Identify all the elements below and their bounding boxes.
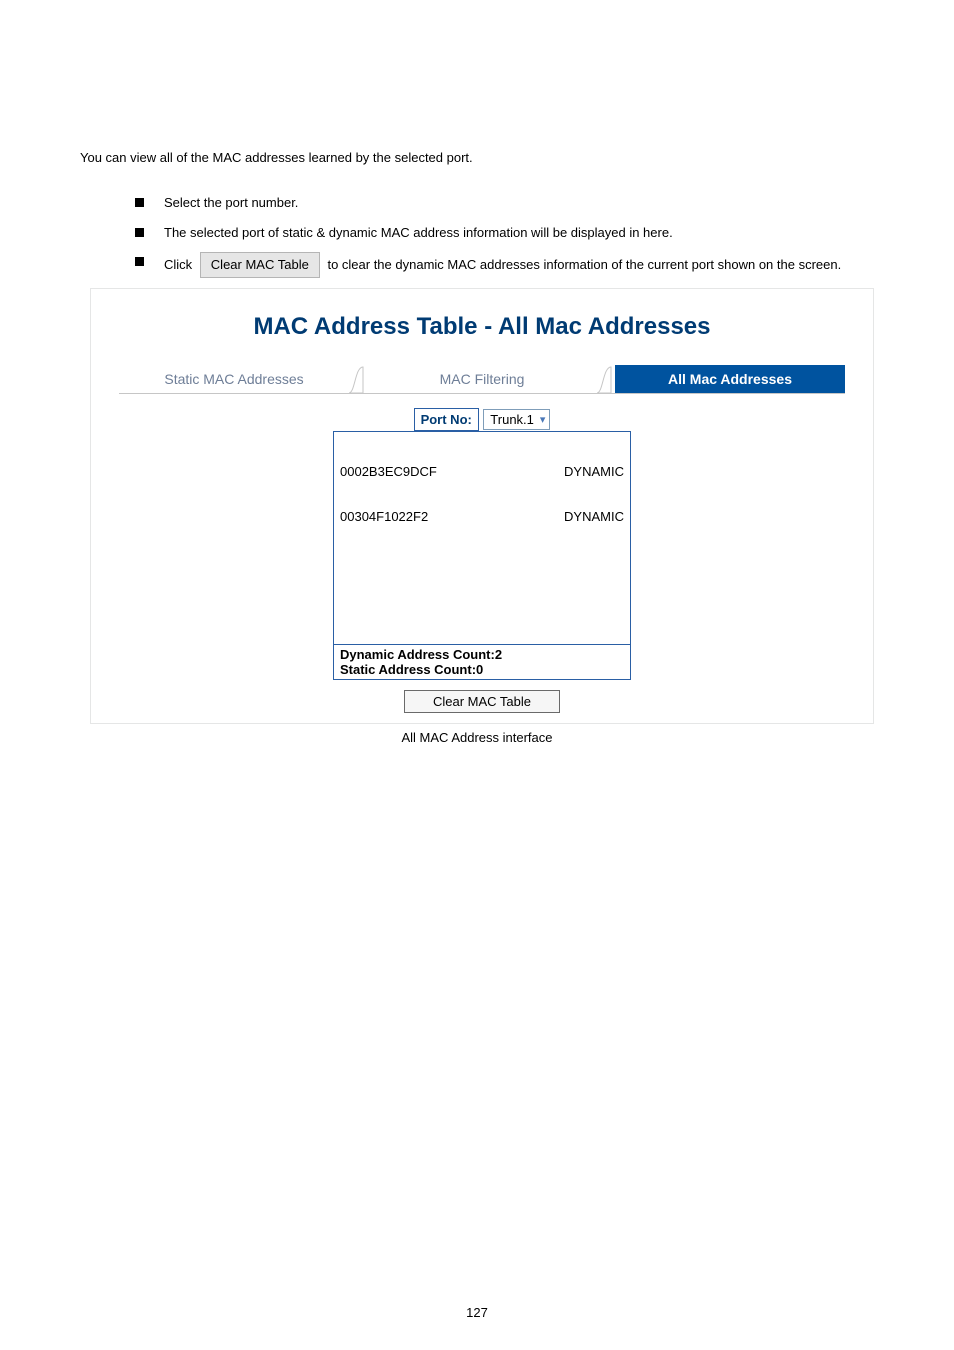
static-count-row: Static Address Count:0 <box>340 662 624 677</box>
type-cell: DYNAMIC <box>564 464 624 479</box>
intro-text: You can view all of the MAC addresses le… <box>80 150 874 165</box>
table-row: 00304F1022F2 DYNAMIC <box>340 509 624 524</box>
tab-bar: Static MAC Addresses MAC Filtering All M… <box>91 365 873 394</box>
type-cell: DYNAMIC <box>564 509 624 524</box>
page-number: 127 <box>0 1305 954 1320</box>
dynamic-count-row: Dynamic Address Count:2 <box>340 647 624 662</box>
dynamic-count-label: Dynamic Address Count: <box>340 647 495 662</box>
static-count-label: Static Address Count: <box>340 662 476 677</box>
clear-mac-table-button[interactable]: Clear MAC Table <box>404 690 560 713</box>
table-row: 0002B3EC9DCF DYNAMIC <box>340 464 624 479</box>
bullet-3-suffix: to clear the dynamic MAC addresses infor… <box>327 257 841 272</box>
bullet-icon <box>135 257 144 266</box>
clear-mac-table-inline-button: Clear MAC Table <box>200 252 320 278</box>
dynamic-count-value: 2 <box>495 647 502 662</box>
port-no-value: Trunk.1 <box>490 412 534 427</box>
port-selector-row: Port No: Trunk.1 ▾ <box>91 408 873 431</box>
mac-list[interactable]: 0002B3EC9DCF DYNAMIC 00304F1022F2 DYNAMI… <box>334 432 630 644</box>
bullet-1: Select the port number. <box>164 193 874 213</box>
bullet-icon <box>135 228 144 237</box>
mac-cell: 0002B3EC9DCF <box>340 464 437 479</box>
tab-divider-icon <box>349 365 367 394</box>
static-count-value: 0 <box>476 662 483 677</box>
figure-caption: All MAC Address interface <box>80 730 874 745</box>
bullet-3-prefix: Click <box>164 257 192 272</box>
port-no-select[interactable]: Trunk.1 ▾ <box>483 409 550 430</box>
bullet-3: Click Clear MAC Table to clear the dynam… <box>164 252 874 278</box>
instruction-list: Select the port number. The selected por… <box>80 193 874 278</box>
tab-divider-icon <box>597 365 615 394</box>
bullet-2: The selected port of static & dynamic MA… <box>164 223 874 243</box>
mac-table-figure: MAC Address Table - All Mac Addresses St… <box>90 288 874 724</box>
tab-static-mac[interactable]: Static MAC Addresses <box>119 365 349 394</box>
chevron-down-icon: ▾ <box>540 413 546 426</box>
bullet-icon <box>135 198 144 207</box>
counts-box: Dynamic Address Count:2 Static Address C… <box>333 645 631 680</box>
port-no-label: Port No: <box>414 408 479 431</box>
tab-mac-filtering[interactable]: MAC Filtering <box>367 365 597 394</box>
mac-list-box: 0002B3EC9DCF DYNAMIC 00304F1022F2 DYNAMI… <box>333 431 631 645</box>
tab-all-mac[interactable]: All Mac Addresses <box>615 365 845 394</box>
panel-title: MAC Address Table - All Mac Addresses <box>91 289 873 365</box>
mac-cell: 00304F1022F2 <box>340 509 428 524</box>
